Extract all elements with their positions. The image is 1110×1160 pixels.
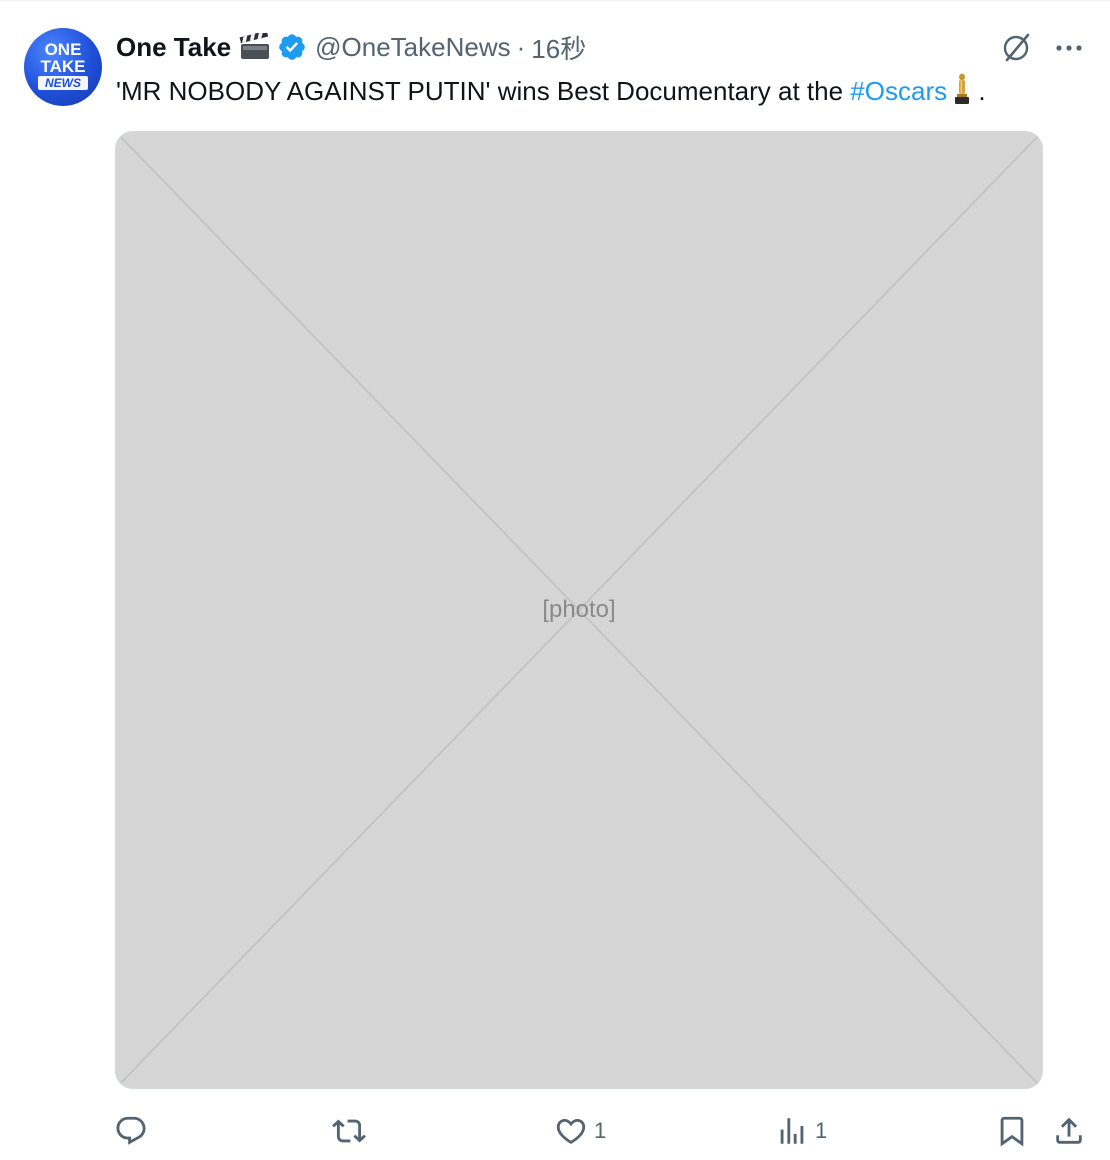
- views-button[interactable]: 1: [775, 1108, 827, 1154]
- ellipsis-icon[interactable]: [1052, 36, 1086, 60]
- retweet-button[interactable]: [332, 1108, 372, 1154]
- bookmark-button[interactable]: [995, 1108, 1029, 1154]
- author-avatar[interactable]: ONE TAKE NEWS: [24, 28, 102, 106]
- tweet-text-tail: .: [971, 76, 986, 106]
- tweet-timestamp[interactable]: 16秒: [531, 29, 586, 66]
- clapperboard-emoji-icon: [239, 30, 271, 61]
- tweet-header: One Take @OneTakeNews · 16秒: [116, 30, 586, 64]
- heart-icon: [556, 1118, 586, 1144]
- one-take-logo: ONE TAKE NEWS: [38, 40, 88, 90]
- photo-placeholder-label: [photo]: [542, 596, 615, 623]
- retweet-arrows-icon: [332, 1119, 366, 1143]
- avatar-text-line-2: TAKE: [40, 57, 85, 76]
- tweet-photo[interactable]: [photo]: [115, 131, 1043, 1089]
- grok-slash-circle-icon[interactable]: [1000, 30, 1034, 64]
- photo-placeholder: [photo]: [116, 132, 1042, 1088]
- share-button[interactable]: [1052, 1108, 1086, 1154]
- tweet-text: 'MR NOBODY AGAINST PUTIN' wins Best Docu…: [116, 72, 1096, 109]
- avatar-text-line-3: NEWS: [45, 76, 81, 90]
- header-separator: ·: [516, 31, 526, 62]
- top-divider: [0, 0, 1110, 1]
- hashtag-link[interactable]: #Oscars: [850, 76, 947, 106]
- like-button[interactable]: 1: [554, 1108, 606, 1154]
- like-count: 1: [594, 1118, 607, 1143]
- speech-bubble-icon: [116, 1116, 146, 1145]
- author-display-name[interactable]: One Take: [116, 32, 231, 63]
- views-count: 1: [815, 1118, 828, 1143]
- bookmark-icon: [1000, 1116, 1024, 1147]
- reply-button[interactable]: [114, 1108, 154, 1154]
- tweet-text-body: 'MR NOBODY AGAINST PUTIN' wins Best Docu…: [116, 76, 851, 106]
- tweet-action-bar: 1 1: [0, 1108, 1110, 1154]
- share-upload-icon: [1056, 1117, 1082, 1144]
- author-handle[interactable]: @OneTakeNews: [315, 32, 510, 63]
- bar-chart-icon: [780, 1118, 804, 1144]
- trophy-statue-emoji-icon: [953, 72, 971, 106]
- verified-badge-icon[interactable]: [277, 32, 307, 62]
